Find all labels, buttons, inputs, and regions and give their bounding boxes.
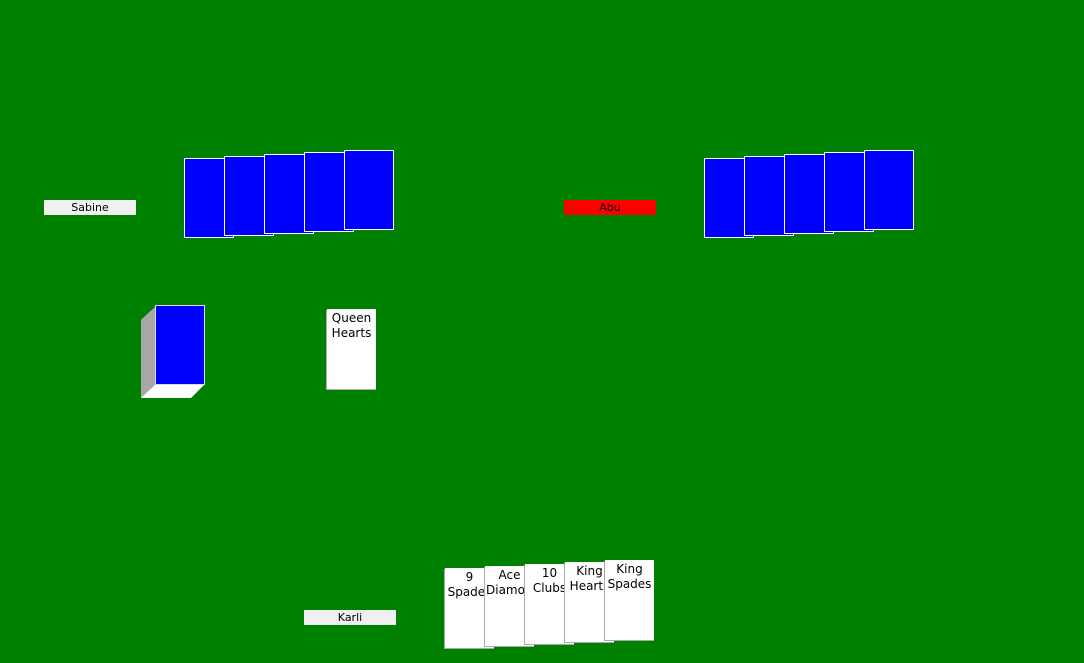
card-back [864, 150, 914, 230]
deck-top-card-back[interactable] [155, 305, 205, 385]
card-table: Sabine Abu Queen Hearts Karli 9 Spades A… [0, 0, 1084, 663]
player-name-sabine: Sabine [44, 200, 136, 215]
deck-side [141, 306, 156, 398]
player-name-abu: Abu [564, 200, 656, 215]
discard-pile-top-card[interactable]: Queen Hearts [327, 309, 376, 389]
hand-card[interactable]: King Spades [605, 560, 654, 640]
card-back [344, 150, 394, 230]
player-name-karli: Karli [304, 610, 396, 625]
